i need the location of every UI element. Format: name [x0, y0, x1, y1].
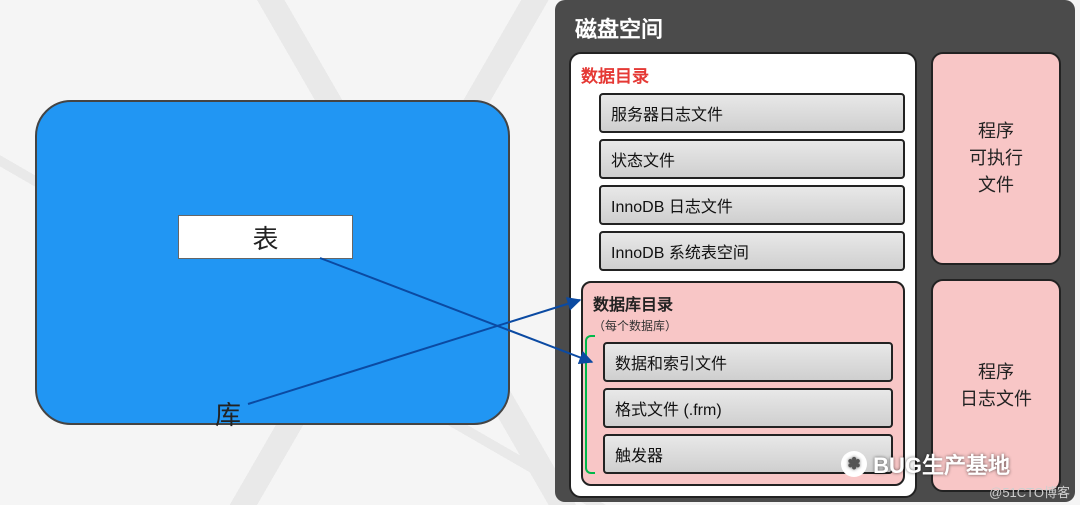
data-directory-box: 数据目录 服务器日志文件 状态文件 InnoDB 日志文件 InnoDB 系统表… — [569, 52, 917, 498]
item-server-log: 服务器日志文件 — [599, 93, 905, 133]
disk-inner: 数据目录 服务器日志文件 状态文件 InnoDB 日志文件 InnoDB 系统表… — [569, 52, 1061, 492]
diagram-stage: 表 库 磁盘空间 数据目录 服务器日志文件 状态文件 InnoDB 日志文件 I… — [0, 0, 1080, 505]
disk-space-title: 磁盘空间 — [569, 12, 1061, 44]
table-box: 表 — [178, 215, 353, 259]
item-data-index-file: 数据和索引文件 — [603, 342, 893, 382]
database-label: 库 — [215, 395, 241, 432]
item-format-file: 格式文件 (.frm) — [603, 388, 893, 428]
disk-right-column: 程序 可执行 文件 程序 日志文件 — [931, 52, 1061, 492]
watermark-brand-text: BUG生产基地 — [873, 448, 1010, 480]
database-directory-subtitle: （每个数据库） — [593, 317, 893, 334]
table-label: 表 — [252, 219, 278, 256]
item-innodb-tablespace: InnoDB 系统表空间 — [599, 231, 905, 271]
item-status-file: 状态文件 — [599, 139, 905, 179]
disk-space-box: 磁盘空间 数据目录 服务器日志文件 状态文件 InnoDB 日志文件 InnoD… — [555, 0, 1075, 502]
watermark-site: @51CTO博客 — [989, 482, 1070, 501]
data-directory-title: 数据目录 — [581, 62, 905, 87]
disk-left-column: 数据目录 服务器日志文件 状态文件 InnoDB 日志文件 InnoDB 系统表… — [569, 52, 917, 492]
item-innodb-log: InnoDB 日志文件 — [599, 185, 905, 225]
database-directory-title: 数据库目录 — [593, 291, 893, 315]
bracket-icon — [585, 335, 595, 474]
wechat-icon: ✽ — [841, 451, 867, 477]
executable-box: 程序 可执行 文件 — [931, 52, 1061, 265]
database-box — [35, 100, 510, 425]
watermark-brand: ✽ BUG生产基地 — [841, 448, 1010, 480]
